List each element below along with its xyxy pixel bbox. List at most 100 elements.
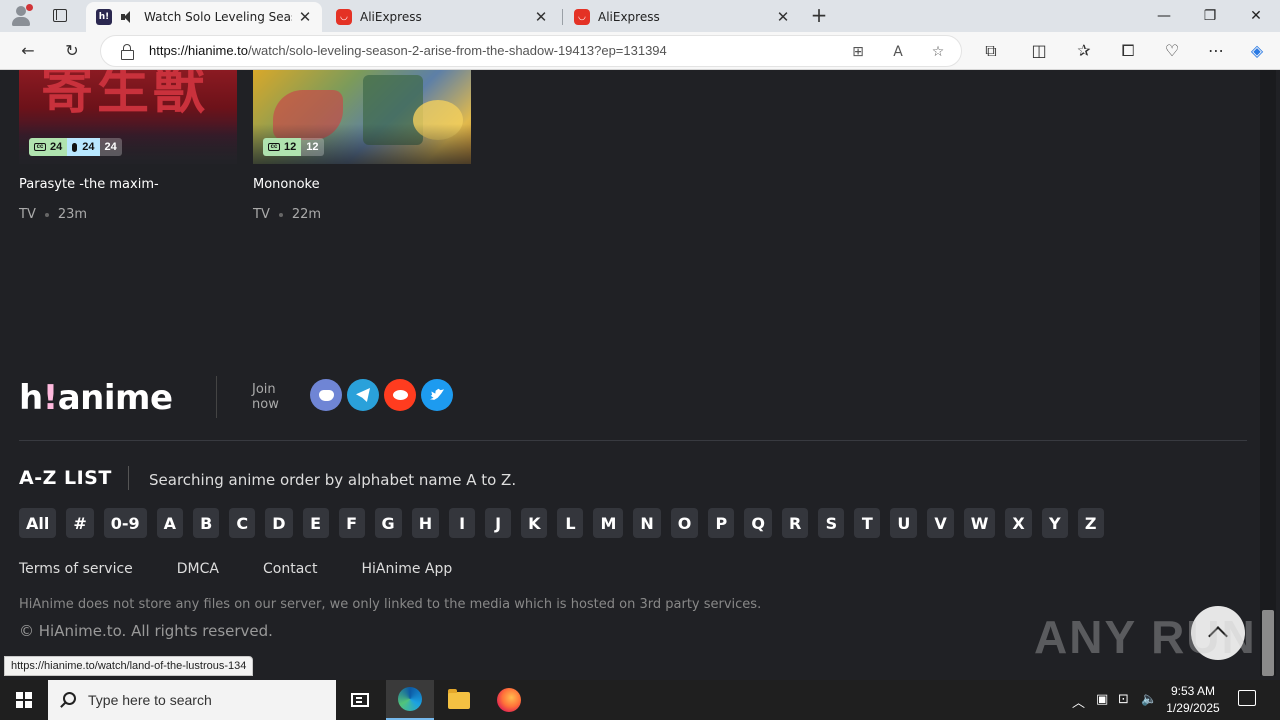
close-window-button[interactable]: ✕: [1233, 6, 1279, 26]
cc-icon: cc: [34, 143, 46, 151]
hianime-favicon-icon: h!: [96, 9, 112, 25]
az-letter-button[interactable]: W: [963, 508, 996, 538]
edge-icon: [398, 687, 422, 711]
tab-actions-icon[interactable]: [50, 6, 70, 26]
file-explorer-button[interactable]: [435, 680, 483, 720]
az-letter-button[interactable]: T: [854, 508, 881, 538]
taskbar-clock[interactable]: 9:53 AM 1/29/2025: [1158, 683, 1228, 717]
show-hidden-icons-chevron-icon[interactable]: ︿: [1072, 692, 1085, 711]
edge-taskbar-button[interactable]: [386, 680, 434, 720]
network-icon[interactable]: ⊡: [1118, 692, 1129, 707]
more-menu-icon[interactable]: ⋯: [1204, 39, 1228, 63]
az-letter-button[interactable]: K: [521, 508, 548, 538]
az-letter-button[interactable]: X: [1005, 508, 1032, 538]
az-letter-button[interactable]: Z: [1077, 508, 1104, 538]
lock-icon[interactable]: [121, 44, 134, 60]
start-button[interactable]: [0, 680, 48, 720]
az-letter-button[interactable]: Q: [744, 508, 773, 538]
scrollbar-thumb[interactable]: [1262, 610, 1274, 676]
tab-divider: [562, 9, 563, 25]
az-letter-button[interactable]: O: [670, 508, 699, 538]
az-letter-button[interactable]: #: [66, 508, 94, 538]
az-letter-button[interactable]: A: [156, 508, 184, 538]
az-letter-button[interactable]: 0-9: [103, 508, 147, 538]
app-available-icon[interactable]: ⊞: [848, 42, 868, 62]
browser-toolbar: ← ↻ https://hianime.to/watch/solo-leveli…: [0, 32, 1280, 70]
az-letter-button[interactable]: I: [449, 508, 476, 538]
tab-aliexpress-1[interactable]: ◡ AliExpress ✕: [326, 2, 558, 32]
minimize-button[interactable]: —: [1141, 6, 1187, 26]
task-view-button[interactable]: [336, 680, 384, 720]
volume-icon[interactable]: 🔈: [1141, 692, 1157, 707]
firefox-taskbar-button[interactable]: [485, 680, 533, 720]
anyrun-watermark: ANY RUN: [1034, 611, 1257, 663]
az-letter-button[interactable]: R: [782, 508, 809, 538]
profile-icon[interactable]: [8, 4, 34, 28]
az-letter-button[interactable]: B: [193, 508, 220, 538]
telegram-icon[interactable]: [347, 379, 379, 411]
collections-icon[interactable]: ⧠: [1116, 39, 1140, 63]
meet-now-icon[interactable]: ▣: [1096, 692, 1108, 707]
footer-link[interactable]: HiAnime App: [361, 561, 452, 577]
speaker-icon[interactable]: [120, 10, 136, 24]
back-arrow-icon[interactable]: ←: [16, 39, 40, 63]
refresh-icon[interactable]: ↻: [60, 39, 84, 63]
card-meta: TV 22m: [253, 207, 322, 222]
favorite-star-icon[interactable]: ☆: [928, 42, 948, 62]
az-letter-button[interactable]: S: [818, 508, 845, 538]
reddit-icon[interactable]: [384, 379, 416, 411]
az-letter-button[interactable]: P: [708, 508, 735, 538]
taskbar-search-box[interactable]: Type here to search: [48, 680, 336, 720]
favorites-icon[interactable]: ✰: [1072, 39, 1096, 63]
az-letter-button[interactable]: E: [302, 508, 329, 538]
tab-solo-leveling[interactable]: h! Watch Solo Leveling Season 2 ✕: [86, 2, 322, 32]
az-letter-button[interactable]: U: [890, 508, 918, 538]
poster-image[interactable]: cc 12 12: [253, 70, 471, 164]
az-letter-button[interactable]: D: [265, 508, 293, 538]
hianime-logo[interactable]: h!anime: [19, 378, 173, 418]
tab-aliexpress-2[interactable]: ◡ AliExpress ✕: [564, 2, 800, 32]
close-tab-icon[interactable]: ✕: [298, 8, 312, 26]
az-list-title: A-Z LIST: [19, 467, 112, 489]
az-letter-button[interactable]: V: [927, 508, 954, 538]
footer-link[interactable]: DMCA: [177, 561, 219, 577]
az-letter-button[interactable]: All: [19, 508, 57, 538]
card-title[interactable]: Parasyte -the maxim-: [19, 177, 159, 192]
twitter-icon[interactable]: [421, 379, 453, 411]
card-title[interactable]: Mononoke: [253, 177, 320, 192]
az-letter-button[interactable]: L: [557, 508, 584, 538]
episode-badges: cc 24 24 24: [29, 138, 122, 156]
footer-link[interactable]: Terms of service: [19, 561, 133, 577]
close-tab-icon[interactable]: ✕: [534, 8, 548, 26]
status-bar-url: https://hianime.to/watch/land-of-the-lus…: [4, 656, 254, 676]
restore-button[interactable]: ❐: [1187, 6, 1233, 26]
windows-logo-icon: [16, 692, 32, 708]
card-meta: TV 23m: [19, 207, 88, 222]
read-aloud-icon[interactable]: A: [888, 42, 908, 62]
folder-icon: [448, 688, 470, 709]
url-text[interactable]: https://hianime.to/watch/solo-leveling-s…: [149, 43, 667, 58]
az-letter-button[interactable]: M: [593, 508, 624, 538]
close-tab-icon[interactable]: ✕: [776, 8, 790, 26]
az-letter-button[interactable]: F: [338, 508, 365, 538]
extensions-icon[interactable]: ⧉: [979, 39, 1003, 63]
new-tab-button[interactable]: +: [808, 5, 830, 27]
notifications-icon[interactable]: [1238, 690, 1256, 706]
az-letter-button[interactable]: G: [374, 508, 402, 538]
az-letter-button[interactable]: Y: [1041, 508, 1068, 538]
address-bar[interactable]: https://hianime.to/watch/solo-leveling-s…: [100, 35, 962, 67]
scrollbar[interactable]: [1260, 70, 1276, 676]
copilot-icon[interactable]: ◈: [1245, 39, 1269, 63]
az-letter-button[interactable]: C: [229, 508, 256, 538]
browser-essentials-icon[interactable]: ♡: [1160, 39, 1184, 63]
discord-icon[interactable]: [310, 379, 342, 411]
az-letter-button[interactable]: N: [633, 508, 661, 538]
poster-image[interactable]: 寄生獣 cc 24 24 24: [19, 70, 237, 164]
mic-icon: [72, 142, 78, 152]
az-letter-button[interactable]: H: [411, 508, 440, 538]
az-letter-button[interactable]: J: [485, 508, 512, 538]
footer-link[interactable]: Contact: [263, 561, 317, 577]
split-screen-icon[interactable]: ◫: [1027, 39, 1051, 63]
disclaimer-text: HiAnime does not store any files on our …: [19, 597, 762, 612]
episodes-badge: 12: [301, 138, 324, 156]
